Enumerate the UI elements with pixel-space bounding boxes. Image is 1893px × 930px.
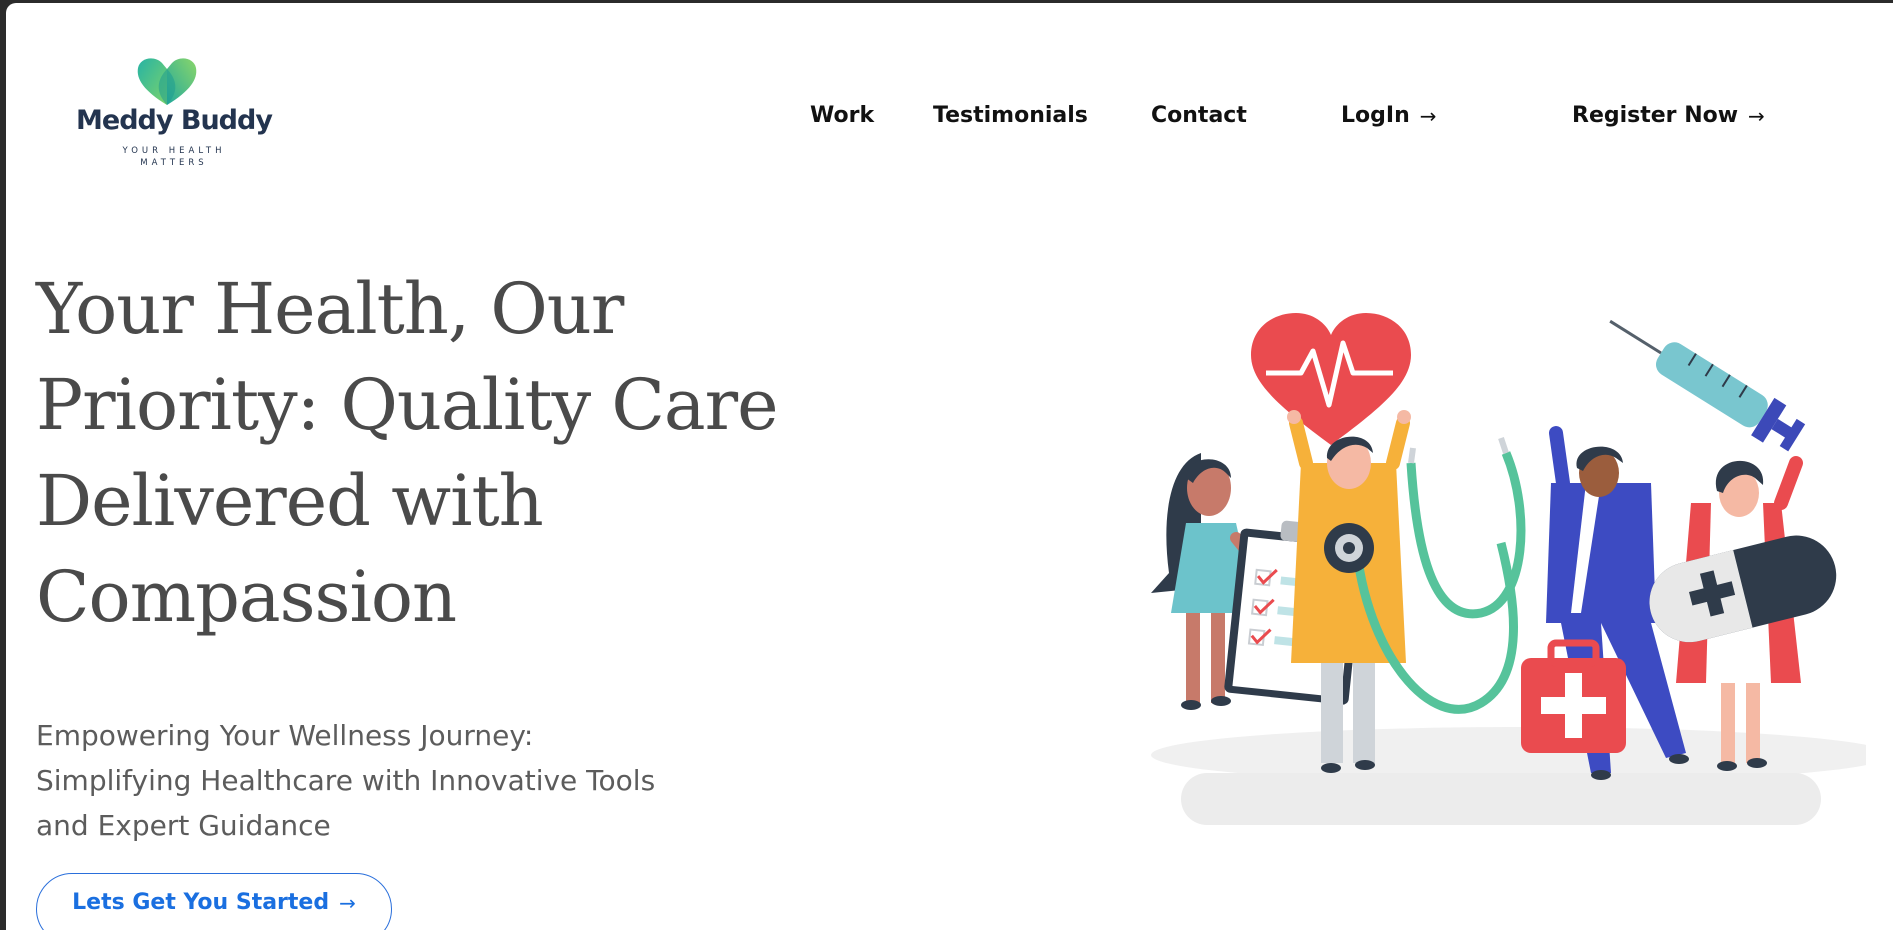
- nav-item-contact[interactable]: Contact: [1151, 103, 1247, 128]
- nav-item-label: Testimonials: [933, 103, 1088, 128]
- brand-logo[interactable]: Meddy Buddy YOUR HEALTH MATTERS: [74, 55, 274, 170]
- brand-name: Meddy Buddy: [76, 105, 273, 136]
- hero-title: Your Health, Our Priority: Quality Care …: [36, 268, 779, 638]
- nav-item-label: Work: [810, 103, 875, 128]
- first-aid-kit-icon: [1521, 639, 1626, 753]
- arrow-right-icon: →: [1748, 103, 1765, 128]
- register-now-button[interactable]: Register Now →: [1572, 103, 1765, 128]
- nav-item-label: Contact: [1151, 103, 1247, 128]
- syringe-icon: [1609, 319, 1806, 452]
- doctor-figure: [1287, 410, 1411, 773]
- login-label: LogIn: [1341, 103, 1410, 128]
- arrow-right-icon: →: [339, 890, 356, 915]
- register-label: Register Now: [1572, 103, 1739, 128]
- hero-subtitle: Empowering Your Wellness Journey: Simpli…: [36, 719, 656, 842]
- medical-team-illustration: [1151, 313, 1866, 825]
- heart-logo-icon: [137, 58, 197, 105]
- heart-icon: [1251, 313, 1411, 445]
- nav-item-testimonials[interactable]: Testimonials: [933, 103, 1088, 128]
- get-started-label: Lets Get You Started: [72, 890, 330, 915]
- nav-item-work[interactable]: Work: [810, 103, 874, 128]
- page-window: Meddy Buddy YOUR HEALTH MATTERS Work Tes…: [6, 3, 1893, 930]
- brand-tagline: YOUR HEALTH MATTERS: [122, 146, 226, 168]
- login-link[interactable]: LogIn →: [1341, 103, 1437, 128]
- arrow-right-icon: →: [1419, 103, 1437, 128]
- get-started-button[interactable]: Lets Get You Started →: [36, 873, 392, 930]
